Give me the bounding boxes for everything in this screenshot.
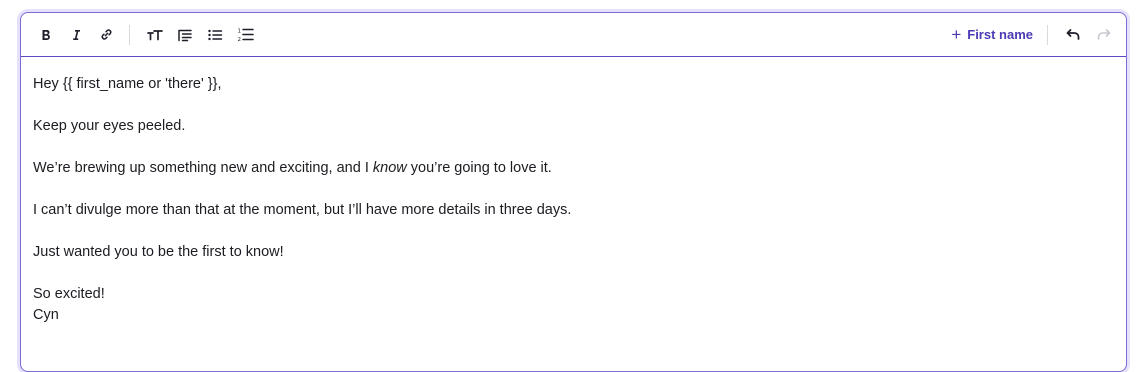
- body-line-2: We’re brewing up something new and excit…: [33, 158, 1114, 179]
- toolbar-divider-right: [1047, 24, 1048, 45]
- body-line-3: I can’t divulge more than that at the mo…: [33, 202, 572, 218]
- redo-icon: [1097, 29, 1110, 40]
- body-line-1: Keep your eyes peeled.: [33, 118, 186, 134]
- emphasis-text: know: [372, 160, 407, 176]
- numbered-list-button[interactable]: 12: [232, 22, 258, 48]
- bold-button[interactable]: [33, 22, 59, 48]
- svg-text:1: 1: [237, 29, 241, 35]
- indent-icon: [178, 29, 192, 41]
- email-editor: 12 + First name Hey {{ first_name or 'th…: [20, 12, 1127, 372]
- font-size-icon: [147, 29, 163, 40]
- signoff-line: So excited!: [33, 286, 105, 302]
- insert-first-name-button[interactable]: + First name: [947, 26, 1037, 43]
- bold-icon: [42, 29, 50, 40]
- link-button[interactable]: [93, 22, 119, 48]
- format-group: [33, 22, 119, 48]
- body-line-2-end: you’re going to love it.: [406, 160, 552, 176]
- signature-line: Cyn: [33, 307, 59, 323]
- email-body[interactable]: Hey {{ first_name or 'there' }}, Keep yo…: [21, 57, 1126, 326]
- plus-icon: +: [951, 25, 962, 44]
- font-size-button[interactable]: [142, 22, 168, 48]
- link-icon: [101, 29, 111, 40]
- italic-button[interactable]: [63, 22, 89, 48]
- numbered-list-icon: 12: [237, 29, 254, 42]
- bullet-list-icon: [208, 29, 223, 40]
- undo-icon: [1066, 29, 1079, 40]
- bullet-list-button[interactable]: [202, 22, 228, 48]
- body-line-4: Just wanted you to be the first to know!: [33, 244, 284, 260]
- block-group: 12: [142, 22, 258, 48]
- body-line-2-start: We’re brewing up something new and excit…: [33, 160, 373, 176]
- italic-icon: [73, 29, 80, 40]
- redo-button[interactable]: [1090, 22, 1116, 48]
- insert-first-name-label: First name: [967, 27, 1033, 42]
- undo-button[interactable]: [1060, 22, 1086, 48]
- indent-button[interactable]: [172, 22, 198, 48]
- editor-toolbar: 12 + First name: [21, 13, 1126, 57]
- greeting-line: Hey {{ first_name or 'there' }},: [33, 76, 222, 92]
- history-group: [1060, 22, 1116, 48]
- toolbar-divider: [129, 24, 130, 45]
- svg-text:2: 2: [237, 37, 241, 42]
